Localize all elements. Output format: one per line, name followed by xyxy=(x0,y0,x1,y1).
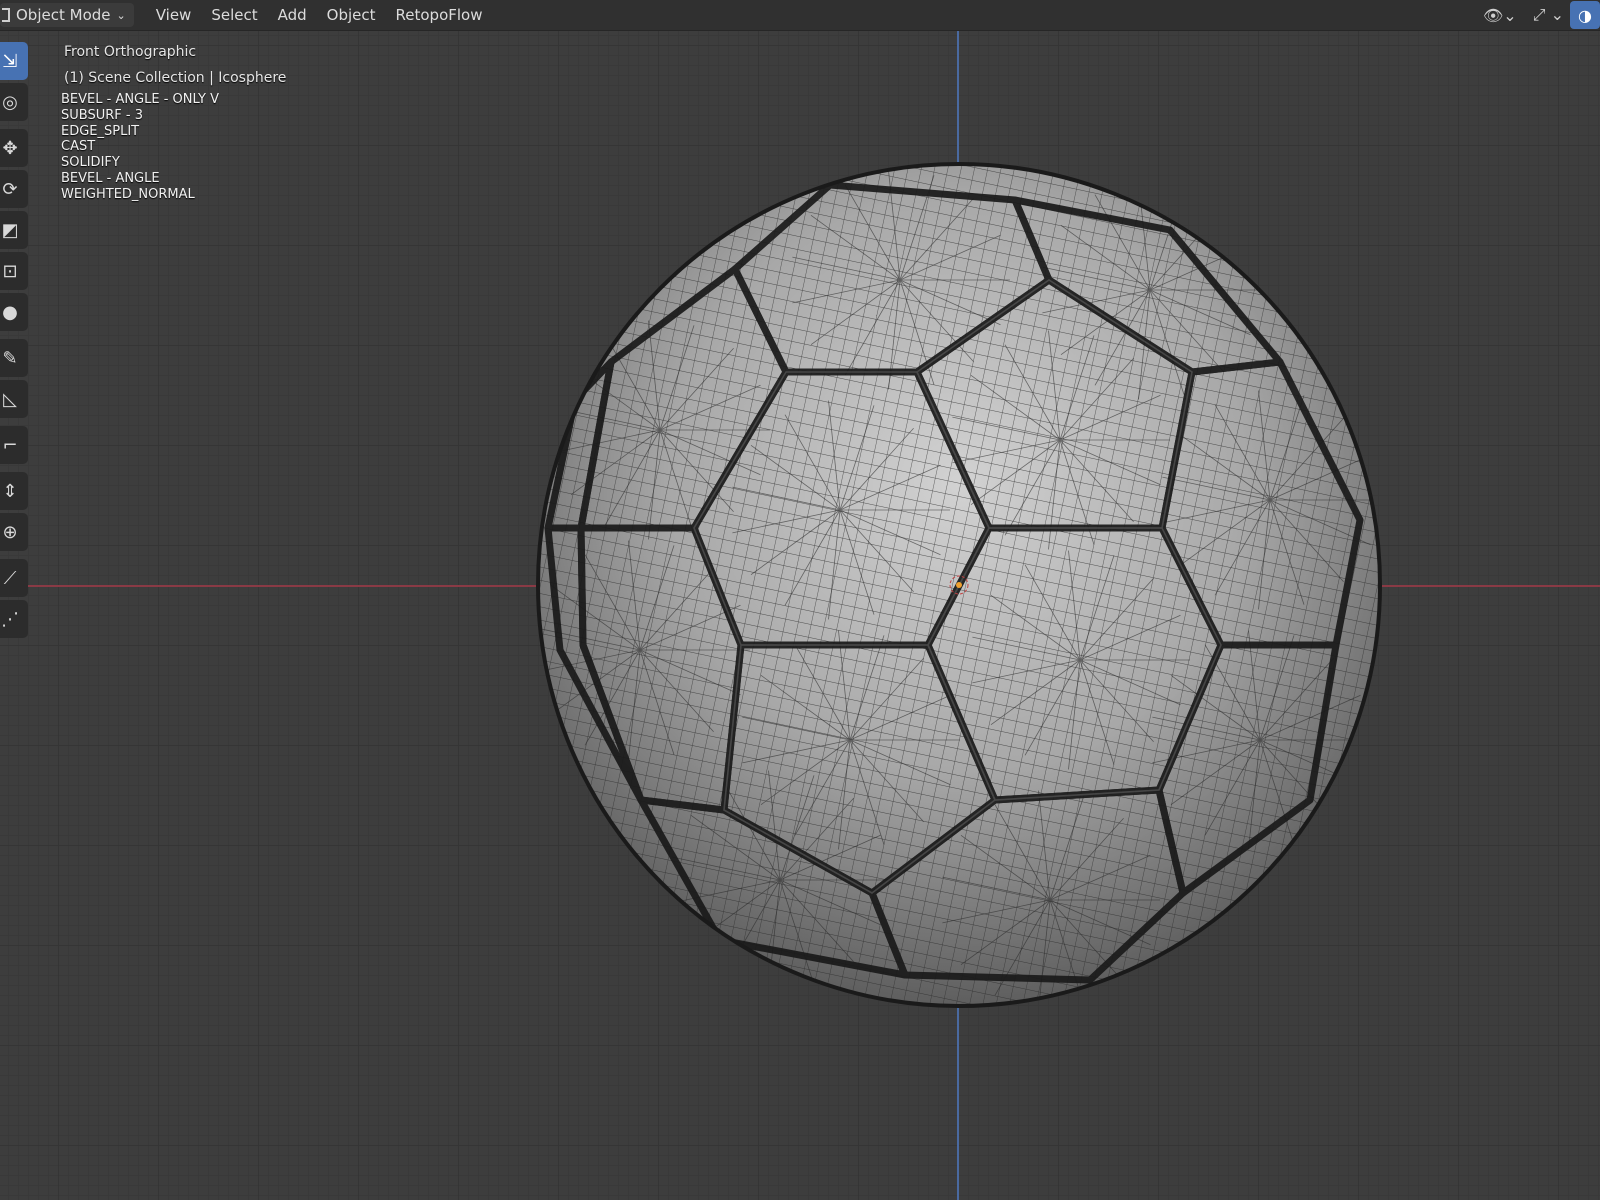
move-icon: ✥ xyxy=(2,137,18,159)
modifier-item: BEVEL - ANGLE xyxy=(61,170,160,186)
modifier-list: BEVEL - ANGLE - ONLY V SUBSURF - 3 EDGE_SP… xyxy=(61,92,219,203)
none-icon: ● xyxy=(2,301,18,323)
object-mode-icon xyxy=(2,8,10,22)
scale-tool[interactable]: ◩ xyxy=(0,211,28,249)
knife-tool[interactable]: ⟋ xyxy=(0,559,28,597)
cursor-tool[interactable]: ◎ xyxy=(0,83,28,121)
spin-tool[interactable]: ⊕ xyxy=(0,513,28,551)
bend-icon: ⌐ xyxy=(2,434,18,456)
menu-select[interactable]: Select xyxy=(201,0,267,30)
mode-selector[interactable]: Object Mode ⌄ xyxy=(0,3,134,27)
move-tool[interactable]: ✥ xyxy=(0,129,28,167)
visibility-icon[interactable]: 👁⌄ xyxy=(1483,6,1517,25)
view-name: Front Orthographic xyxy=(64,44,197,60)
menu-retopoflow[interactable]: RetopoFlow xyxy=(386,0,493,30)
modifier-item: WEIGHTED_NORMAL xyxy=(61,186,195,202)
select-box-icon: ⇲ xyxy=(2,50,18,72)
menu-object[interactable]: Object xyxy=(317,0,386,30)
edge-tool[interactable]: ⋰ xyxy=(0,600,28,638)
menu-view[interactable]: View xyxy=(146,0,202,30)
push-pull-tool[interactable]: ⇕ xyxy=(0,472,28,510)
gizmo-icon[interactable]: ⤢ ⌄ xyxy=(1533,5,1564,25)
mode-label: Object Mode xyxy=(16,6,111,24)
header-right-tools: 👁⌄ ⤢ ⌄ ◑ xyxy=(1483,0,1600,30)
rotate-tool[interactable]: ⟳ xyxy=(0,170,28,208)
collection-info: (1) Scene Collection | Icosphere xyxy=(64,70,287,86)
object-origin xyxy=(956,582,962,588)
spin-icon: ⊕ xyxy=(2,521,18,543)
overlay-icon[interactable]: ◑ xyxy=(1570,1,1600,29)
select-box-tool[interactable]: ⇲ xyxy=(0,42,28,80)
scale-icon: ◩ xyxy=(1,219,19,241)
measure-icon: ◺ xyxy=(3,388,17,410)
bend-tool[interactable]: ⌐ xyxy=(0,426,28,464)
transform-icon: ⊡ xyxy=(2,260,18,282)
icosphere-mesh[interactable] xyxy=(0,0,1600,1200)
transform-tool[interactable]: ⊡ xyxy=(0,252,28,290)
modifier-item: CAST xyxy=(61,139,96,155)
cursor-icon: ◎ xyxy=(2,91,18,113)
edge-icon: ⋰ xyxy=(1,608,19,630)
rotate-icon: ⟳ xyxy=(2,178,18,200)
knife-icon: ⟋ xyxy=(3,567,17,589)
modifier-item: EDGE_SPLIT xyxy=(61,123,140,139)
none-tool[interactable]: ● xyxy=(0,293,28,331)
chevron-down-icon: ⌄ xyxy=(116,8,126,22)
modifier-item: BEVEL - ANGLE - ONLY V xyxy=(61,92,219,107)
viewport-header: Object Mode ⌄ View Select Add Object RetopoF… xyxy=(0,0,1600,31)
modifier-item: SOLIDIFY xyxy=(61,155,120,171)
annotate-tool[interactable]: ✎ xyxy=(0,339,28,377)
annotate-icon: ✎ xyxy=(2,347,18,369)
push-pull-icon: ⇕ xyxy=(2,480,18,502)
modifier-item: SUBSURF - 3 xyxy=(61,107,143,123)
measure-tool[interactable]: ◺ xyxy=(0,380,28,418)
menu-add[interactable]: Add xyxy=(268,0,317,30)
